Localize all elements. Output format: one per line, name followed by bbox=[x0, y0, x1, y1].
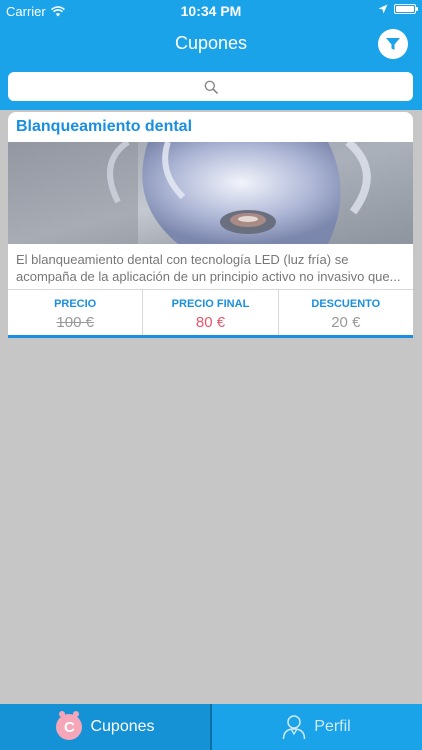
location-arrow-icon bbox=[378, 4, 388, 14]
status-bar: Carrier 10:34 PM bbox=[0, 0, 422, 22]
tab-perfil[interactable]: Perfil bbox=[211, 704, 422, 750]
discount-value: 20 € bbox=[331, 314, 361, 331]
discount-label: DESCUENTO bbox=[311, 298, 381, 310]
price-row: PRECIO 100 € PRECIO FINAL 80 € DESCUENTO… bbox=[8, 289, 413, 335]
original-price: 100 € bbox=[56, 314, 94, 331]
search-icon bbox=[204, 80, 218, 94]
final-price-cell: PRECIO FINAL 80 € bbox=[143, 290, 279, 335]
tab-cupones-label: Cupones bbox=[90, 718, 155, 735]
coupon-title: Blanqueamiento dental bbox=[16, 118, 193, 135]
final-price-label: PRECIO FINAL bbox=[171, 298, 250, 310]
battery-icon bbox=[394, 4, 418, 14]
tab-perfil-label: Perfil bbox=[314, 718, 351, 735]
tab-cupones[interactable]: C Cupones bbox=[0, 704, 211, 750]
coupon-icon: C bbox=[56, 711, 83, 740]
description-line-2: acompaña de la aplicación de un principi… bbox=[16, 269, 401, 284]
description-line-1: El blanqueamiento dental con tecnología … bbox=[16, 252, 349, 267]
funnel-icon bbox=[386, 38, 400, 50]
final-price: 80 € bbox=[195, 314, 226, 331]
page-title: Cupones bbox=[174, 33, 248, 53]
discount-cell: DESCUENTO 20 € bbox=[279, 290, 413, 335]
coupon-list: Blanqueamiento dental El blanqueamiento … bbox=[0, 110, 422, 704]
search-input[interactable] bbox=[8, 72, 413, 101]
coupon-card[interactable]: Blanqueamiento dental El blanqueamiento … bbox=[8, 112, 413, 338]
status-time: 10:34 PM bbox=[180, 3, 242, 19]
coupon-description: El blanqueamiento dental con tecnología … bbox=[16, 251, 406, 285]
coupon-image bbox=[8, 142, 413, 244]
nav-bar: Cupones bbox=[0, 22, 422, 66]
tab-bar: C Cupones Perfil bbox=[0, 704, 422, 750]
profile-icon bbox=[283, 715, 306, 740]
filter-button[interactable] bbox=[378, 29, 408, 59]
status-right bbox=[378, 4, 418, 14]
price-cell: PRECIO 100 € bbox=[8, 290, 144, 335]
search-area bbox=[0, 66, 422, 110]
price-label: PRECIO bbox=[54, 298, 97, 310]
